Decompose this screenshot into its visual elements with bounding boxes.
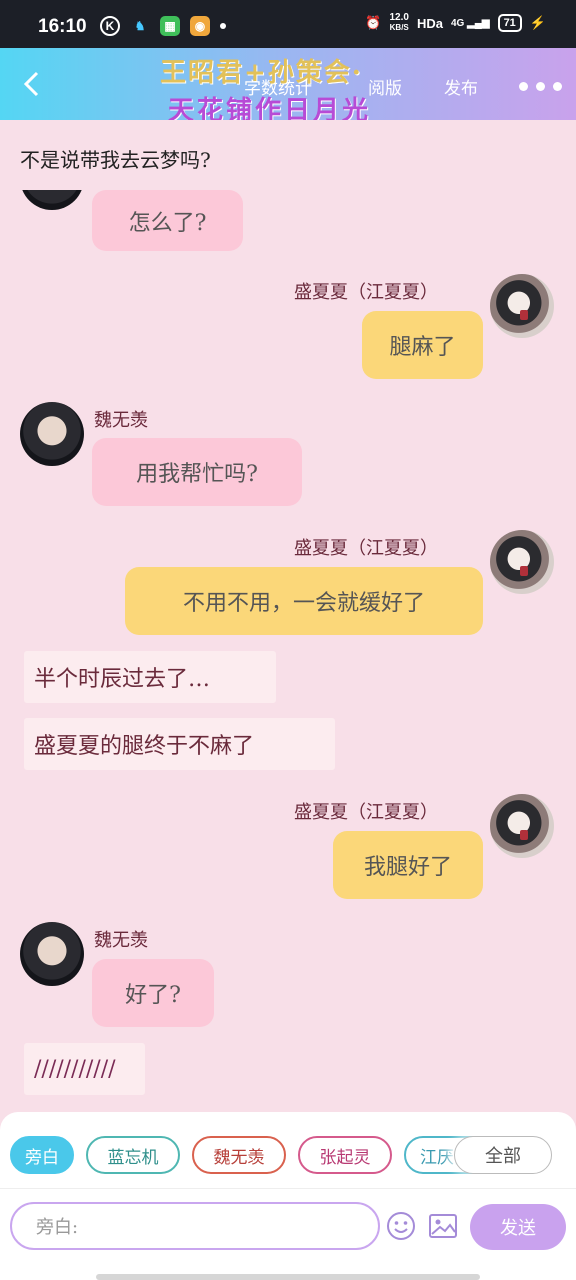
- avatar-sheng-xiaxia[interactable]: [490, 274, 554, 338]
- avatar-sheng-xiaxia[interactable]: [490, 530, 554, 594]
- narration-text[interactable]: 半个时辰过去了…: [24, 651, 276, 703]
- narration-text[interactable]: ///////////: [24, 1043, 145, 1095]
- chat-area[interactable]: 不是说带我去云梦吗? 不是说带我去云梦吗? 怎么了? 盛夏夏（江夏夏） 腿麻了 …: [0, 120, 576, 1114]
- watermark-line-1: 王昭君+孙策会·: [160, 58, 363, 88]
- send-button[interactable]: 发送: [470, 1204, 566, 1250]
- speed-value: 12.0: [389, 12, 409, 23]
- image-icon[interactable]: [428, 1212, 458, 1240]
- qq-icon: ♞: [134, 19, 146, 33]
- sender-name: 魏无羡: [94, 930, 148, 951]
- message-bubble[interactable]: 我腿好了: [333, 831, 483, 899]
- battery-icon: 71: [497, 14, 522, 32]
- home-indicator[interactable]: [96, 1274, 480, 1280]
- status-time: 16:10: [38, 16, 87, 37]
- input-panel: 旁白 蓝忘机 魏无羡 张起灵 江厌离 全部 旁白: 发送: [0, 1112, 576, 1280]
- role-chip-zhang-qiling[interactable]: 张起灵: [298, 1136, 392, 1174]
- role-chip-wei-wuxian[interactable]: 魏无羡: [192, 1136, 286, 1174]
- avatar-sheng-xiaxia[interactable]: [490, 794, 554, 858]
- weibo-icon: ◉: [190, 16, 210, 36]
- publish-button[interactable]: 发布: [444, 74, 478, 99]
- charging-icon: ⚡: [529, 15, 546, 30]
- notification-dot-icon: [220, 23, 226, 29]
- emoji-icon[interactable]: [386, 1211, 416, 1241]
- sender-name: 盛夏夏（江夏夏）: [294, 802, 438, 823]
- more-options-icon[interactable]: [519, 82, 562, 91]
- message-bubble[interactable]: 用我帮忙吗?: [92, 438, 302, 506]
- status-right: ⏰ 12.0 KB/S HDa 4G ▂▄▆ 71 ⚡: [365, 13, 546, 33]
- signal-icon: 4G ▂▄▆: [450, 17, 490, 29]
- message-input[interactable]: 旁白:: [10, 1202, 380, 1250]
- role-chip-lan-wangji[interactable]: 蓝忘机: [86, 1136, 180, 1174]
- all-roles-button[interactable]: 全部: [454, 1136, 552, 1174]
- alarm-icon: ⏰: [365, 15, 382, 30]
- avatar-wei-wuxian[interactable]: [20, 402, 84, 466]
- k-app-icon: K: [100, 16, 120, 36]
- message-bubble[interactable]: 好了?: [92, 959, 214, 1027]
- sender-name: 魏无羡: [94, 410, 148, 431]
- message-bubble[interactable]: 不用不用，一会就缓好了: [125, 567, 483, 635]
- message-bubble[interactable]: 腿麻了: [362, 311, 483, 379]
- avatar-wei-wuxian[interactable]: [20, 922, 84, 986]
- message-bubble[interactable]: 怎么了?: [92, 190, 243, 251]
- hd-label: HDa: [416, 15, 443, 31]
- status-bar: 16:10 K ♞ ▦ ◉ ⏰ 12.0 KB/S HDa 4G ▂▄▆ 71 ⚡: [0, 0, 576, 48]
- narration-text[interactable]: 盛夏夏的腿终于不麻了: [24, 718, 335, 770]
- layout-button[interactable]: 阅版: [368, 74, 402, 99]
- signal-label: 4G: [450, 17, 465, 29]
- partial-message-text: 不是说带我去云梦吗?: [20, 148, 211, 172]
- back-arrow-icon[interactable]: [20, 70, 44, 98]
- divider: [0, 1188, 576, 1189]
- role-chip-narrator[interactable]: 旁白: [10, 1136, 74, 1174]
- speed-unit: KB/S: [389, 23, 409, 32]
- network-speed: 12.0 KB/S: [389, 13, 408, 33]
- sender-name: 盛夏夏（江夏夏）: [294, 282, 438, 303]
- sender-name: 盛夏夏（江夏夏）: [294, 538, 438, 559]
- status-app-icons: K ♞ ▦ ◉: [100, 16, 226, 36]
- calendar-app-icon: ▦: [160, 16, 180, 36]
